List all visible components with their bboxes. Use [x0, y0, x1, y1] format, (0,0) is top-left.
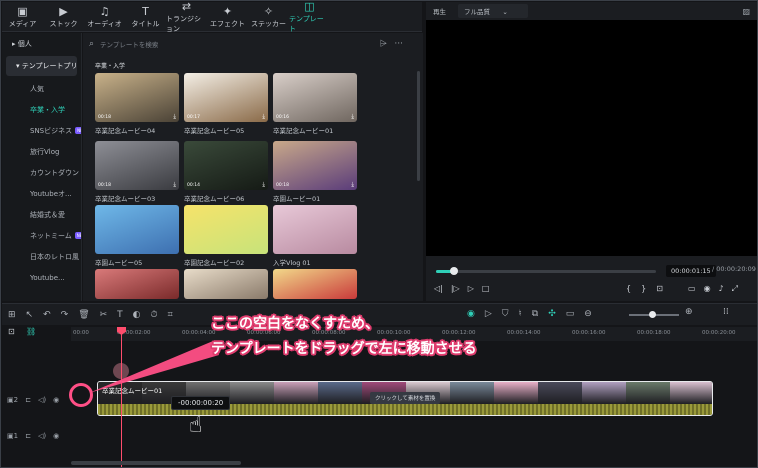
annotation-line-1: ここの空白をなくすため、: [211, 316, 379, 332]
annotation-circle: [69, 383, 93, 407]
hand-cursor-icon: ☝: [189, 413, 203, 438]
timeline-scrollbar[interactable]: [71, 461, 241, 465]
annotation-arrow: [89, 341, 219, 393]
annotation-line-2: テンプレートをドラッグで左に移動させる: [211, 341, 477, 357]
editor-window: ▣ メディア ▶ ストック ♫ オーディオ T タイトル ⇄ トランジション ✦ エフェクト ✧ ステッカ…: [0, 0, 758, 468]
